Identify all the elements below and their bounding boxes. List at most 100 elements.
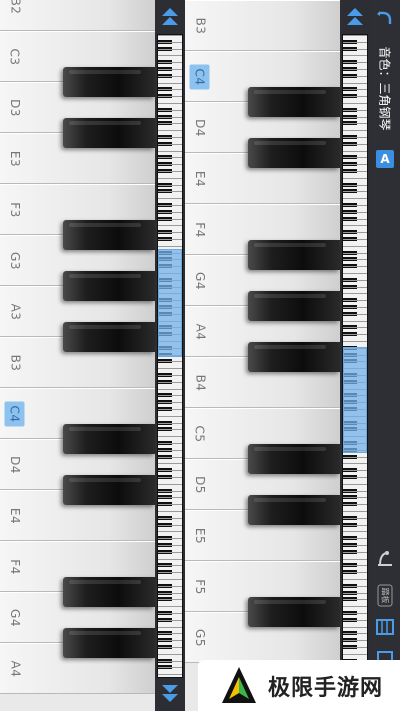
mini-white-divider [158,619,182,621]
mini-white-divider [158,463,182,465]
black-key-d3-sharp[interactable] [63,118,155,148]
mini-white-divider [343,477,367,478]
mini-white-divider [158,477,182,478]
key-label-holder: F3 [0,185,30,234]
mini-white-divider [343,293,367,295]
key-label: D4 [193,118,207,137]
scroll-up-button-right[interactable] [340,2,370,32]
key-label-holder: F4 [0,542,30,591]
mini-white-divider [343,239,367,240]
black-key-a3-sharp[interactable] [63,322,155,352]
mini-white-divider [158,198,182,200]
mini-white-divider [343,232,367,234]
key-label-holder: E5 [185,511,215,560]
left-keyboard-navigator[interactable] [155,0,185,711]
key-label: B3 [193,17,207,34]
mini-white-divider [158,456,182,458]
mini-white-divider [158,531,182,533]
mini-white-divider [158,211,182,213]
black-key-d5-sharp[interactable] [248,495,340,525]
mini-white-divider [158,375,182,376]
double-chevron-up-icon [162,8,178,25]
mini-white-divider [158,436,182,438]
mini-white-divider [158,177,182,179]
mini-white-divider [343,286,367,288]
key-label: F5 [192,578,207,595]
mini-white-divider [158,490,182,492]
mini-white-divider [343,55,367,57]
mini-white-divider [343,35,367,36]
black-key-g4-sharp[interactable] [248,291,340,321]
mini-white-divider [158,674,182,676]
key-label: C4 [4,400,25,427]
black-key-f4-sharp[interactable] [63,577,155,607]
key-label: B3 [8,354,22,371]
right-piano-keyboard[interactable]: B3 C4 D4 E4 F4 G4 A4 B4 C5 D5 E5 F5 G5 [185,0,340,711]
mini-white-divider [158,388,182,390]
back-button[interactable] [374,6,396,28]
mini-white-divider [343,103,367,104]
site-watermark: 极限手游网 [198,660,400,711]
mini-white-divider [343,565,367,567]
mini-white-divider [158,422,182,424]
mini-white-divider [158,504,182,506]
black-key-c4-sharp[interactable] [63,424,155,454]
mini-white-divider [343,531,367,533]
black-key-c3-sharp[interactable] [63,67,155,97]
visible-range-window[interactable] [158,249,182,357]
mode-a-button[interactable]: A [376,150,394,168]
mini-white-divider [343,205,367,206]
mini-white-divider [158,667,182,669]
pedal-toggle-button[interactable]: 踏板 [374,584,396,606]
black-key-c4-sharp[interactable] [248,87,340,117]
scroll-up-button[interactable] [155,2,185,32]
piano-settings-button[interactable] [374,616,396,638]
black-key-g4-sharp[interactable] [63,628,155,658]
right-keyboard-navigator[interactable] [340,0,370,711]
mini-keyboard-overview[interactable] [157,34,183,678]
key-label-holder: F4 [185,205,215,254]
black-key-a4-sharp[interactable] [248,342,340,372]
mini-white-divider [158,558,182,560]
black-key-c5-sharp[interactable] [248,444,340,474]
mini-white-divider [343,211,367,213]
key-label: G4 [193,271,207,290]
black-key-d4-sharp[interactable] [248,138,340,168]
mini-white-divider [343,640,367,642]
mini-white-divider [158,55,182,57]
black-key-f4-sharp[interactable] [248,240,340,270]
pedal-label: 踏板 [377,584,393,606]
double-chevron-up-icon [347,8,363,25]
mini-keyboard-overview-right[interactable] [342,34,368,678]
mini-white-divider [343,341,367,342]
black-key-f5-sharp[interactable] [248,597,340,627]
mini-white-divider [158,191,182,193]
mini-white-divider [343,497,367,499]
black-key-d4-sharp[interactable] [63,475,155,505]
left-piano-keyboard[interactable]: B2 C3 D3 E3 F3 G3 A3 B3 C4 D4 E4 F4 G4 A4 [0,0,155,711]
key-label-holder: A3 [0,287,30,336]
mini-white-divider [158,653,182,655]
white-key-b3[interactable]: B3 [185,0,340,51]
instrument-selector[interactable]: 音色：三角钢琴 [370,38,400,138]
key-label-holder: A4 [0,644,30,693]
visible-range-window[interactable] [343,347,367,453]
mini-white-divider [158,171,182,172]
scroll-down-button[interactable] [155,679,185,709]
key-label: G5 [193,628,207,647]
black-key-g3-sharp[interactable] [63,271,155,301]
mini-white-divider [343,511,367,512]
key-label: E5 [193,527,207,544]
key-label-holder: B3 [185,1,215,50]
key-label-holder: E4 [185,154,215,203]
mini-white-divider [158,483,182,485]
key-label: G3 [8,251,22,270]
mini-white-divider [158,517,182,519]
mini-white-divider [158,239,182,240]
mini-white-divider [343,313,367,315]
black-key-f3-sharp[interactable] [63,220,155,250]
mini-white-divider [158,116,182,118]
mini-white-divider [158,103,182,104]
sustain-pedal-button[interactable] [374,548,396,570]
white-key-b2[interactable]: B2 [0,0,155,31]
